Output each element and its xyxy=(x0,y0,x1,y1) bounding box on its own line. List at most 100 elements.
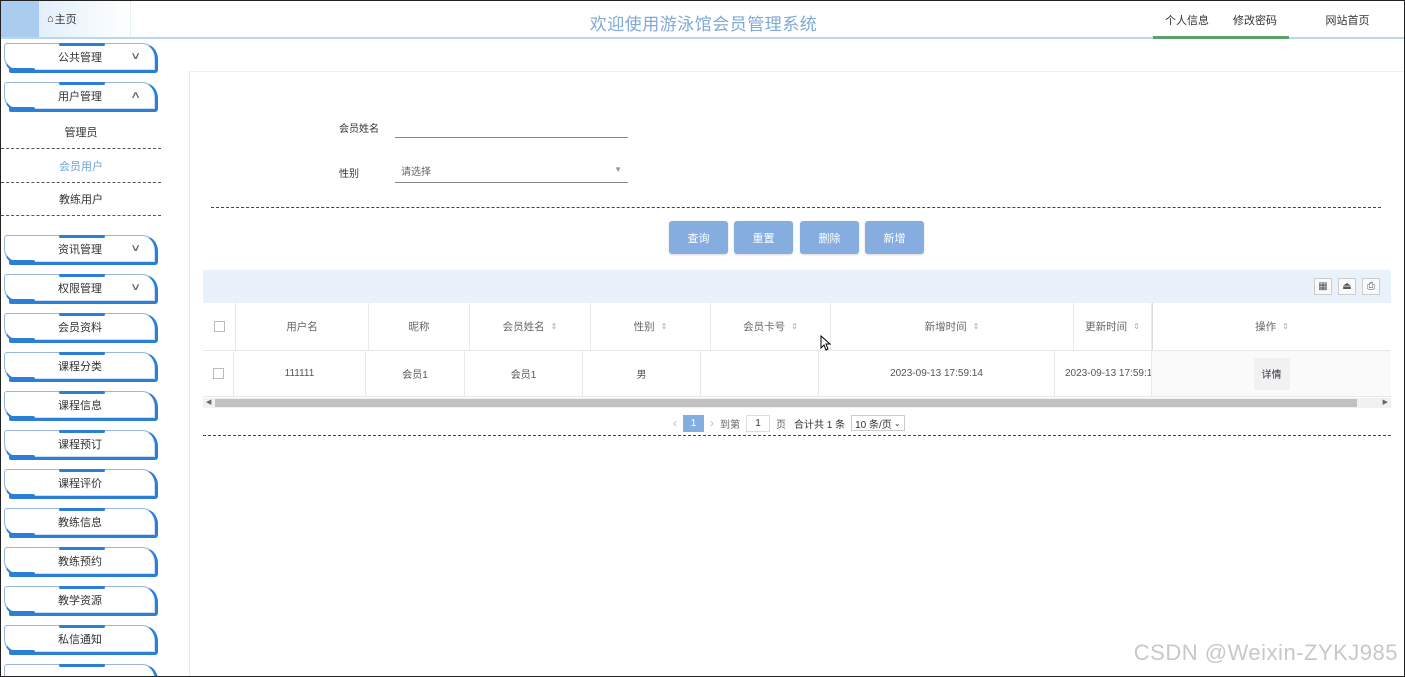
page-number-current[interactable]: 1 xyxy=(683,414,704,432)
table-toolbar: ▦ ⏏ ⎙ xyxy=(203,270,1391,303)
scroll-right-icon[interactable]: ▶ xyxy=(1383,398,1388,408)
nav-profile-link[interactable]: 个人信息 xyxy=(1153,1,1221,39)
prev-page-icon[interactable]: ‹ xyxy=(673,416,677,430)
col-header-member-name[interactable]: 会员姓名 ⇕ xyxy=(470,303,591,350)
member-name-input[interactable] xyxy=(395,116,628,138)
sort-icon[interactable]: ⇕ xyxy=(791,322,798,331)
cell-updated: 2023-09-13 17:59:14 xyxy=(1055,351,1152,396)
main-content: 会员姓名 性别 请选择 ▼ 查询 重置 删除 新增 ▦ ⏏ ⎙ 用户名 昵称 会… xyxy=(189,71,1404,676)
menu-label: 资讯管理 xyxy=(58,244,102,256)
col-header-label: 新增时间 xyxy=(924,321,967,333)
menu-course-category[interactable]: 课程分类 xyxy=(4,352,158,382)
menu-news-mgmt[interactable]: 资讯管理 ∨ xyxy=(4,235,158,265)
col-header-username[interactable]: 用户名 xyxy=(236,303,369,350)
sidebar: 公共管理 ∨ 用户管理 ∧ 管理员 会员用户 教练用户 资讯管理 ∨ 权限管理 … xyxy=(1,39,189,676)
col-header-label: 操作 xyxy=(1255,321,1277,333)
query-button[interactable]: 查询 xyxy=(669,221,728,254)
col-header-label: 会员卡号 xyxy=(743,321,786,333)
sort-icon[interactable]: ⇕ xyxy=(973,322,980,331)
goto-label: 到第 xyxy=(720,419,740,431)
goto-page-input[interactable]: 1 xyxy=(746,414,770,432)
row-checkbox[interactable] xyxy=(212,368,224,379)
col-header-label: 性别 xyxy=(633,321,655,333)
cell-created: 2023-09-13 17:59:14 xyxy=(819,351,1055,396)
top-header: ⌂ 主页 欢迎使用游泳馆会员管理系统 个人信息 修改密码 网站首页 xyxy=(1,1,1404,39)
form-divider xyxy=(211,207,1381,208)
menu-course-review[interactable]: 课程评价 xyxy=(4,469,158,499)
chevron-down-icon: ⌄ xyxy=(893,418,901,428)
sort-icon[interactable]: ⇕ xyxy=(1282,322,1289,331)
horizontal-scrollbar[interactable]: ◀ ▶ xyxy=(203,398,1391,408)
cell-member-name: 会员1 xyxy=(465,351,583,396)
table-row[interactable]: 111111 会员1 会员1 男 2023-09-13 17:59:14 202… xyxy=(203,351,1391,397)
chevron-down-icon: ∨ xyxy=(129,51,141,62)
watermark-text: CSDN @Weixin-ZYKJ985 xyxy=(1133,640,1398,665)
caret-down-icon: ▼ xyxy=(614,165,622,174)
menu-permission-mgmt[interactable]: 权限管理 ∨ xyxy=(4,274,158,304)
menu-user-mgmt[interactable]: 用户管理 ∧ xyxy=(4,82,158,112)
table-bottom-divider xyxy=(203,435,1391,436)
menu-label: 公共管理 xyxy=(58,52,102,64)
col-header-card-no[interactable]: 会员卡号 ⇕ xyxy=(711,303,831,350)
menu-coach-appointment[interactable]: 教练预约 xyxy=(4,547,158,577)
reset-button[interactable]: 重置 xyxy=(734,221,793,254)
col-header-created[interactable]: 新增时间 ⇕ xyxy=(831,303,1074,350)
table-header-row: 用户名 昵称 会员姓名 ⇕ 性别 ⇕ 会员卡号 ⇕ 新增时间 ⇕ 更新时间 ⇕ … xyxy=(203,303,1391,351)
page-size-select[interactable]: 10 条/页 ⌄ xyxy=(851,415,905,431)
nav-website-home-link[interactable]: 网站首页 xyxy=(1289,1,1404,39)
delete-button[interactable]: 删除 xyxy=(800,221,859,254)
row-select-cell xyxy=(203,351,234,396)
col-header-label: 昵称 xyxy=(408,321,430,333)
col-header-gender[interactable]: 性别 ⇕ xyxy=(591,303,711,350)
scroll-left-icon[interactable]: ◀ xyxy=(206,398,211,408)
col-header-updated[interactable]: 更新时间 ⇕ xyxy=(1074,303,1152,350)
sort-icon[interactable]: ⇕ xyxy=(1133,322,1140,331)
detail-button[interactable]: 详情 xyxy=(1253,357,1290,390)
next-page-icon[interactable]: › xyxy=(710,416,714,430)
columns-icon[interactable]: ▦ xyxy=(1314,278,1332,295)
gender-select[interactable]: 请选择 ▼ xyxy=(395,159,628,183)
menu-public-mgmt[interactable]: 公共管理 ∨ xyxy=(4,43,158,73)
chevron-down-icon: ∨ xyxy=(129,243,141,254)
sidebar-item-member-users[interactable]: 会员用户 xyxy=(1,150,161,183)
nav-change-password-link[interactable]: 修改密码 xyxy=(1221,1,1289,39)
page-unit-label: 页 xyxy=(776,419,786,431)
cell-nickname: 会员1 xyxy=(366,351,465,396)
menu-label: 权限管理 xyxy=(58,283,102,295)
gender-select-placeholder: 请选择 xyxy=(401,167,431,178)
cell-gender: 男 xyxy=(583,351,701,396)
total-count: 合计共 1 条 xyxy=(794,419,846,431)
mouse-cursor-icon xyxy=(820,335,832,351)
menu-course-booking[interactable]: 课程预订 xyxy=(4,430,158,460)
menu-messages[interactable]: 私信通知 xyxy=(4,625,158,655)
app-window: ⌂ 主页 欢迎使用游泳馆会员管理系统 个人信息 修改密码 网站首页 公共管理 ∨… xyxy=(0,0,1405,677)
page-size-value: 10 条/页 xyxy=(855,419,892,431)
sidebar-item-admin[interactable]: 管理员 xyxy=(1,116,161,149)
cell-username: 111111 xyxy=(234,351,366,396)
select-all-cell xyxy=(203,303,236,350)
select-all-checkbox[interactable] xyxy=(213,321,225,332)
sort-icon[interactable]: ⇕ xyxy=(661,322,668,331)
col-header-label: 用户名 xyxy=(286,321,318,333)
col-header-actions[interactable]: 操作 ⇕ xyxy=(1152,303,1391,350)
sort-icon[interactable]: ⇕ xyxy=(551,322,558,331)
col-header-label: 更新时间 xyxy=(1085,321,1128,333)
export-icon[interactable]: ⏏ xyxy=(1338,278,1356,295)
pagination: ‹ 1 › 到第 1 页 合计共 1 条 10 条/页 ⌄ xyxy=(667,414,905,432)
member-name-label: 会员姓名 xyxy=(339,124,379,135)
menu-more[interactable] xyxy=(4,664,158,676)
col-header-nickname[interactable]: 昵称 xyxy=(369,303,470,350)
scrollbar-thumb[interactable] xyxy=(215,399,1357,407)
menu-member-profile[interactable]: 会员资料 xyxy=(4,313,158,343)
chevron-up-icon: ∧ xyxy=(129,90,141,101)
menu-teaching-resources[interactable]: 教学资源 xyxy=(4,586,158,616)
sidebar-item-coach-users[interactable]: 教练用户 xyxy=(1,183,161,216)
cell-actions: 详情 xyxy=(1152,351,1391,396)
menu-coach-info[interactable]: 教练信息 xyxy=(4,508,158,538)
col-header-label: 会员姓名 xyxy=(502,321,545,333)
chevron-down-icon: ∨ xyxy=(129,282,141,293)
nav-active-underline xyxy=(1153,36,1289,39)
menu-course-info[interactable]: 课程信息 xyxy=(4,391,158,421)
add-button[interactable]: 新增 xyxy=(865,221,924,254)
print-icon[interactable]: ⎙ xyxy=(1362,278,1380,295)
